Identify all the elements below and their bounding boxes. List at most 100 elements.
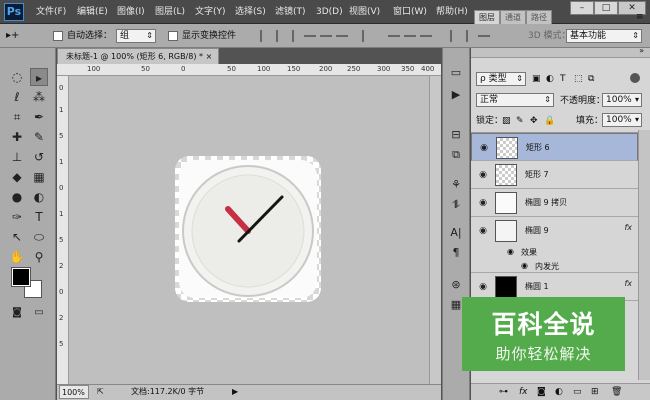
healing-brush-icon[interactable]: ✚	[8, 128, 26, 146]
lock-image-icon[interactable]: ✎	[516, 115, 524, 127]
status-menu-arrow[interactable]: ▶	[232, 385, 238, 399]
history-brush-icon[interactable]: ↺	[30, 148, 48, 166]
eye-icon[interactable]: ◉	[477, 225, 489, 237]
hand-tool-icon[interactable]: ✋	[8, 248, 26, 266]
menu-image[interactable]: 图像(I)	[117, 0, 145, 24]
lock-position-icon[interactable]: ✥	[530, 115, 538, 127]
brush-presets-icon[interactable]: ⥮	[449, 198, 463, 212]
eye-icon[interactable]: ◉	[477, 169, 489, 181]
link-layers-icon[interactable]: ⊶	[499, 386, 508, 398]
layer-filter-dropdown[interactable]: ρ 类型 ⇕	[476, 72, 526, 86]
tool-presets-icon[interactable]: ⚘	[449, 178, 463, 192]
lock-all-icon[interactable]: 🔒	[544, 115, 555, 127]
auto-select-dropdown[interactable]: 组 ⇕	[116, 29, 156, 43]
new-group-icon[interactable]: ▭	[573, 386, 582, 398]
new-layer-icon[interactable]: ⊞	[591, 386, 599, 398]
menu-window[interactable]: 窗口(W)	[393, 0, 427, 24]
brush-tool-icon[interactable]: ✎	[30, 128, 48, 146]
auto-align-icon[interactable]	[478, 31, 490, 41]
blend-mode-dropdown[interactable]: 正常 ⇕	[476, 93, 554, 107]
path-select-icon[interactable]: ↖	[8, 228, 26, 246]
layer-row[interactable]: ◉ 矩形 7	[471, 161, 638, 189]
eye-icon[interactable]: ◉	[477, 281, 489, 293]
eraser-tool-icon[interactable]: ◆	[8, 168, 26, 186]
align-right-icon[interactable]	[336, 31, 348, 41]
menu-help[interactable]: 帮助(H)	[436, 0, 468, 24]
character-panel-icon[interactable]: A|	[449, 226, 463, 240]
filter-adjustment-icon[interactable]: ◐	[546, 73, 554, 85]
pen-tool-icon[interactable]: ✑	[8, 208, 26, 226]
shape-tool-icon[interactable]: ⬭	[30, 228, 48, 246]
eye-icon[interactable]: ◉	[478, 142, 490, 154]
eyedropper-icon[interactable]: ✒	[30, 108, 48, 126]
add-style-icon[interactable]: fx	[519, 386, 528, 398]
fx-icon[interactable]: fx	[624, 217, 632, 239]
close-tab-icon[interactable]: ×	[206, 52, 213, 61]
align-bottom-icon[interactable]	[288, 30, 298, 42]
export-icon[interactable]: ⇱	[97, 385, 104, 399]
maximize-button[interactable]: □	[594, 1, 618, 15]
paragraph-panel-icon[interactable]: ¶	[449, 246, 463, 260]
distribute-hcenter-icon[interactable]	[446, 30, 456, 42]
tab-layers[interactable]: 图层	[474, 10, 500, 24]
layer-row[interactable]: ◉ 椭圆 9 拷贝	[471, 189, 638, 217]
align-left-icon[interactable]	[304, 31, 316, 41]
type-tool-icon[interactable]: T	[30, 208, 48, 226]
info-panel-icon[interactable]: ⧉	[449, 148, 463, 162]
quick-select-icon[interactable]: ⁂	[30, 88, 48, 106]
menu-edit[interactable]: 编辑(E)	[77, 0, 108, 24]
add-mask-icon[interactable]: ◙	[537, 386, 546, 398]
menu-file[interactable]: 文件(F)	[36, 0, 66, 24]
filter-pixel-icon[interactable]: ▣	[532, 73, 541, 85]
document-tab[interactable]: 未标题-1 @ 100% (矩形 6, RGB/8) * ×	[57, 48, 219, 64]
move-tool-icon[interactable]: ▸	[30, 68, 48, 86]
zoom-field[interactable]: 100%	[59, 385, 89, 399]
blur-tool-icon[interactable]: ●	[8, 188, 26, 206]
tab-paths[interactable]: 路径	[526, 10, 552, 24]
distribute-top-icon[interactable]	[358, 30, 368, 42]
auto-select-checkbox[interactable]	[53, 31, 63, 41]
show-transform-checkbox[interactable]	[168, 31, 178, 41]
align-top-icon[interactable]	[256, 30, 266, 42]
screen-mode-icon[interactable]: ▭	[30, 304, 48, 322]
new-adjustment-icon[interactable]: ◐	[555, 386, 563, 398]
fill-field[interactable]: 100% ▾	[602, 113, 642, 127]
menu-3d[interactable]: 3D(D)	[316, 0, 343, 24]
dodge-tool-icon[interactable]: ◐	[30, 188, 48, 206]
trash-icon[interactable]: 🗑	[611, 386, 622, 398]
filter-smart-icon[interactable]: ⧉	[588, 73, 594, 85]
effects-eye-icon[interactable]: ◉	[507, 247, 514, 256]
zoom-tool-icon[interactable]: ⚲	[30, 248, 48, 266]
distribute-bottom-icon[interactable]	[404, 31, 416, 41]
history-panel-icon[interactable]: ▭	[449, 66, 463, 80]
align-vcenter-icon[interactable]	[272, 30, 282, 42]
layer-row[interactable]: ◉ 矩形 6	[471, 133, 638, 161]
eye-icon[interactable]: ◉	[477, 197, 489, 209]
workspace-dropdown[interactable]: 基本功能 ⇕	[566, 29, 642, 43]
distribute-right-icon[interactable]	[462, 30, 472, 42]
layer-row[interactable]: ◉ 椭圆 9 fx ◉ 效果 ◉ 内发光	[471, 217, 638, 273]
effect-eye-icon[interactable]: ◉	[521, 261, 528, 270]
tab-channels[interactable]: 通道	[500, 10, 526, 24]
crop-tool-icon[interactable]: ⌗	[8, 108, 26, 126]
align-hcenter-icon[interactable]	[320, 31, 332, 41]
lasso-tool-icon[interactable]: ℓ	[8, 88, 26, 106]
foreground-color-swatch-front[interactable]	[11, 267, 31, 287]
marquee-tool-icon[interactable]: ◌	[8, 68, 26, 86]
minimize-button[interactable]: –	[570, 1, 594, 15]
distribute-vcenter-icon[interactable]	[388, 31, 400, 41]
move-tool-preset-icon[interactable]: ▸+	[6, 30, 19, 42]
menu-layer[interactable]: 图层(L)	[155, 0, 185, 24]
actions-panel-icon[interactable]: ▶	[449, 88, 463, 102]
menu-type[interactable]: 文字(Y)	[195, 0, 226, 24]
opacity-field[interactable]: 100% ▾	[602, 93, 642, 107]
vertical-scrollbar[interactable]	[429, 76, 441, 384]
panel-menu-icon[interactable]: ≡	[636, 12, 644, 22]
clone-stamp-icon[interactable]: ⊥	[8, 148, 26, 166]
filter-shape-icon[interactable]: ⬚	[574, 73, 583, 85]
filter-toggle-icon[interactable]	[630, 73, 640, 83]
collapse-icon[interactable]: »	[639, 46, 644, 55]
menu-filter[interactable]: 滤镜(T)	[275, 0, 306, 24]
gradient-tool-icon[interactable]: ▦	[30, 168, 48, 186]
quick-mask-icon[interactable]: ◙	[8, 304, 26, 322]
